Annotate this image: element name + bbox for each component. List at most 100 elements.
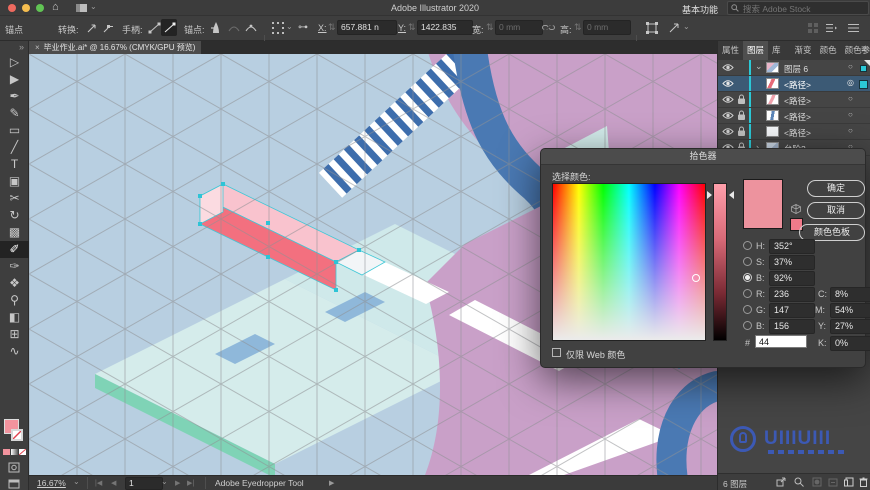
slider-arrow-right[interactable] bbox=[729, 191, 734, 199]
b2-value-field[interactable]: 156 bbox=[769, 319, 815, 334]
reference-point-icon[interactable]: ⊶ bbox=[298, 22, 308, 33]
visibility-toggle[interactable] bbox=[722, 111, 734, 120]
type-tool[interactable]: T bbox=[0, 156, 29, 173]
scissors-tool[interactable]: ✂ bbox=[0, 190, 29, 207]
artboard-tool[interactable]: ▣ bbox=[0, 173, 29, 190]
layer-row[interactable]: ⌄ 图层 6 ○ bbox=[718, 60, 870, 76]
pen-tool[interactable]: ✒ bbox=[0, 88, 29, 105]
align-options-icon[interactable] bbox=[272, 22, 284, 34]
link-dimensions-icon[interactable] bbox=[542, 23, 555, 32]
selection-indicator[interactable] bbox=[859, 80, 868, 89]
visibility-toggle[interactable] bbox=[722, 127, 734, 136]
panel-menu-icon[interactable]: ≡ bbox=[861, 44, 867, 55]
layer-row[interactable]: <路径> ○ bbox=[718, 124, 870, 140]
new-layer-icon[interactable] bbox=[844, 477, 854, 487]
curvature-tool[interactable]: ✎ bbox=[0, 105, 29, 122]
target-circle[interactable]: ○ bbox=[848, 94, 853, 103]
hide-handles-button[interactable] bbox=[161, 19, 177, 36]
visibility-toggle[interactable] bbox=[722, 79, 734, 88]
layer-name[interactable]: <路径> bbox=[784, 127, 811, 139]
selection-tool[interactable]: ▷ bbox=[0, 54, 29, 71]
k-value-field[interactable]: 0% bbox=[830, 336, 870, 351]
eyedropper-tool[interactable]: ✐ bbox=[0, 241, 29, 258]
tab-libraries[interactable]: 库 bbox=[768, 41, 785, 60]
b-radio[interactable] bbox=[743, 273, 752, 282]
direct-selection-tool[interactable]: ▶ bbox=[0, 71, 29, 88]
convert-smooth-icon[interactable] bbox=[102, 22, 114, 34]
collect-export-icon[interactable] bbox=[776, 477, 786, 487]
close-tab-icon[interactable]: × bbox=[35, 43, 40, 52]
layer-thumbnail[interactable] bbox=[766, 126, 779, 137]
color-mode-color[interactable] bbox=[3, 449, 10, 455]
corner-live-icon[interactable] bbox=[245, 23, 257, 33]
doc-setup-icon[interactable] bbox=[848, 23, 859, 33]
b2-radio[interactable] bbox=[743, 321, 752, 330]
workspace-dropdown-icon[interactable]: ⌄ bbox=[712, 2, 719, 11]
delete-layer-icon[interactable] bbox=[859, 477, 868, 487]
color-spectrum-field[interactable] bbox=[552, 183, 706, 341]
tab-gradient[interactable]: 渐变 bbox=[791, 41, 816, 60]
tab-properties[interactable]: 属性 bbox=[718, 41, 743, 60]
cancel-button[interactable]: 取消 bbox=[807, 202, 865, 219]
c-value-field[interactable]: 8% bbox=[830, 287, 870, 302]
stroke-swatch[interactable] bbox=[11, 429, 23, 441]
x-stepper[interactable]: ⇅ bbox=[328, 22, 336, 33]
document-tab[interactable]: × 毕业作业.ai* @ 16.67% (CMYK/GPU 预览) bbox=[29, 41, 202, 54]
hex-input[interactable] bbox=[755, 335, 807, 348]
spectrum-marker[interactable] bbox=[692, 274, 700, 282]
layer-thumbnail[interactable] bbox=[766, 110, 779, 121]
expand-chevron[interactable]: ⌄ bbox=[755, 61, 763, 72]
dialog-titlebar[interactable]: 拾色器 bbox=[541, 149, 865, 165]
panel-list-icon[interactable] bbox=[826, 23, 837, 33]
slider-arrow-left[interactable] bbox=[707, 191, 712, 199]
gradient-tool[interactable]: ▩ bbox=[0, 224, 29, 241]
g-value-field[interactable]: 147 bbox=[769, 303, 815, 318]
b-value-field[interactable]: 92% bbox=[769, 271, 815, 286]
target-circle[interactable]: ○ bbox=[848, 110, 853, 119]
corner-dim-icon[interactable] bbox=[228, 23, 240, 33]
g-radio[interactable] bbox=[743, 305, 752, 314]
layer-thumbnail[interactable] bbox=[766, 78, 779, 89]
layer-name[interactable]: <路径> bbox=[784, 111, 811, 123]
target-circle-selected[interactable]: ◎ bbox=[847, 78, 854, 87]
shape-dropdown-icon[interactable]: ⌄ bbox=[683, 22, 690, 31]
paintbrush-tool[interactable]: ✑ bbox=[0, 258, 29, 275]
y-value-field[interactable]: 1422.835 bbox=[417, 20, 473, 35]
m-value-field[interactable]: 54% bbox=[830, 303, 870, 318]
lock-toggle[interactable] bbox=[737, 110, 746, 121]
visibility-toggle[interactable] bbox=[722, 63, 734, 72]
layer-row[interactable]: <路径> ○ bbox=[718, 108, 870, 124]
mesh-tool[interactable]: ⊞ bbox=[0, 326, 29, 343]
web-only-checkbox[interactable] bbox=[552, 348, 561, 357]
y-value-field[interactable]: 27% bbox=[830, 319, 870, 334]
tab-layers[interactable]: 图层 bbox=[743, 41, 769, 60]
align-dropdown-icon[interactable]: ⌄ bbox=[286, 22, 293, 31]
visibility-toggle[interactable] bbox=[722, 95, 734, 104]
layer-row[interactable]: <路径> ◎ bbox=[718, 76, 870, 92]
layer-name[interactable]: 图层 6 bbox=[784, 63, 808, 75]
r-value-field[interactable]: 236 bbox=[769, 287, 815, 302]
zoom-level[interactable]: 16.67% bbox=[37, 478, 66, 488]
collapse-tools-icon[interactable]: » bbox=[0, 41, 28, 54]
show-handles-icon[interactable] bbox=[148, 22, 161, 34]
target-circle[interactable]: ○ bbox=[848, 62, 853, 71]
web-gamut-cube-icon[interactable] bbox=[791, 204, 801, 214]
s-radio[interactable] bbox=[743, 257, 752, 266]
layer-thumbnail[interactable] bbox=[766, 94, 779, 105]
y-stepper[interactable]: ⇅ bbox=[408, 22, 416, 33]
page-dropdown-icon[interactable]: ⌄ bbox=[161, 477, 168, 486]
h-value-field[interactable]: 352° bbox=[769, 239, 815, 254]
lock-toggle[interactable] bbox=[737, 126, 746, 137]
color-mode-gradient[interactable] bbox=[11, 449, 18, 455]
layer-row[interactable]: <路径> ○ bbox=[718, 92, 870, 108]
selection-indicator[interactable] bbox=[860, 65, 867, 72]
brightness-slider[interactable] bbox=[713, 183, 727, 341]
locate-object-icon[interactable] bbox=[794, 477, 804, 487]
width-tool[interactable]: ∿ bbox=[0, 343, 29, 360]
search-input[interactable] bbox=[741, 2, 867, 15]
blend-tool[interactable]: ❖ bbox=[0, 275, 29, 292]
rectangle-tool[interactable]: ▭ bbox=[0, 122, 29, 139]
convert-corner-icon[interactable] bbox=[86, 22, 98, 34]
h-radio[interactable] bbox=[743, 241, 752, 250]
layer-name[interactable]: <路径> bbox=[784, 95, 811, 107]
